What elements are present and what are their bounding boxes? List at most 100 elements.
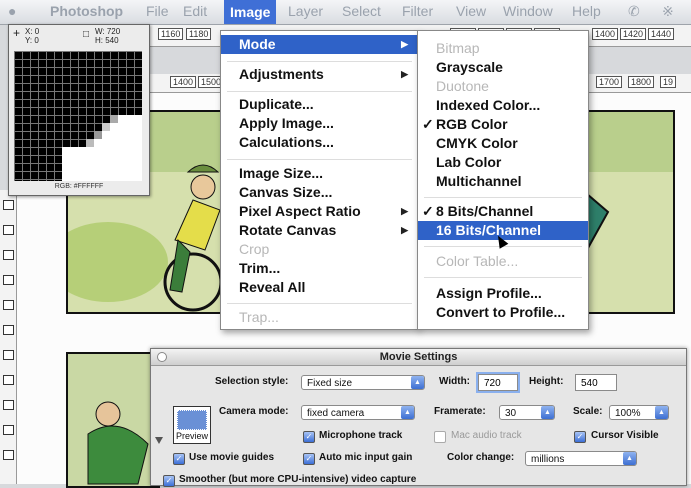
menu-item-label: RGB Color [436, 116, 508, 132]
menu-item-label: Mode [239, 36, 276, 52]
left-ruler[interactable] [0, 190, 17, 484]
menu-item-convert-to-profile[interactable]: Convert to Profile... [418, 303, 588, 322]
select-arrows-icon: ▲ [623, 452, 636, 465]
menu-item-assign-profile[interactable]: Assign Profile... [418, 284, 588, 303]
ruler-tick [3, 200, 14, 210]
menu-item-pixel-aspect-ratio[interactable]: Pixel Aspect Ratio ▶ [221, 202, 418, 221]
info-x-value: X: 0 [25, 27, 40, 36]
height-field[interactable]: 540 [575, 374, 617, 391]
info-rgb-readout: RGB: #FFFFFF [54, 183, 104, 190]
disclosure-triangle-icon[interactable] [155, 437, 163, 444]
microphone-track-checkbox[interactable]: ✓ [303, 431, 315, 443]
menu-help[interactable]: Help [572, 3, 601, 19]
scale-select[interactable]: 100% ▲ [609, 405, 669, 420]
select-arrows-icon: ▲ [401, 406, 414, 419]
menu-item-lab-color[interactable]: Lab Color [418, 153, 588, 172]
close-button[interactable] [157, 352, 167, 362]
menu-app-photoshop[interactable]: Photoshop [50, 3, 123, 19]
menu-item-rotate-canvas[interactable]: Rotate Canvas ▶ [221, 221, 418, 240]
menu-item-label: Pixel Aspect Ratio [239, 203, 361, 219]
menu-item-image-size[interactable]: Image Size... [221, 164, 418, 183]
ruler-tick [3, 400, 14, 410]
menu-item-indexed-color[interactable]: Indexed Color... [418, 96, 588, 115]
menu-item-canvas-size[interactable]: Canvas Size... [221, 183, 418, 202]
width-field[interactable]: 720 [478, 374, 518, 391]
menu-separator [424, 197, 582, 198]
menu-item-label: Adjustments [239, 66, 324, 82]
submenu-arrow-icon: ▶ [401, 206, 408, 216]
camera-mode-value: fixed camera [307, 408, 365, 419]
image-menu: Mode ▶ Adjustments ▶ Duplicate... Apply … [220, 30, 419, 330]
menu-view[interactable]: View [456, 3, 486, 19]
cursor-visible-checkbox[interactable]: ✓ [574, 431, 586, 443]
bluetooth-icon[interactable]: ※ [662, 3, 674, 20]
menu-item-cmyk-color[interactable]: CMYK Color [418, 134, 588, 153]
menu-item-calculations[interactable]: Calculations... [221, 133, 418, 152]
framerate-value: 30 [505, 408, 517, 419]
ruler-tick [3, 375, 14, 385]
mac-audio-track-checkbox[interactable] [434, 431, 446, 443]
ruler-tick [3, 450, 14, 460]
auto-mic-input-gain-checkbox[interactable]: ✓ [303, 453, 315, 465]
auto-mic-input-gain-label: Auto mic input gain [319, 452, 413, 463]
menu-item-8-bits-channel[interactable]: ✓ 8 Bits/Channel [418, 202, 588, 221]
framerate-label: Framerate: [434, 406, 486, 417]
select-arrows-icon: ▲ [411, 376, 424, 389]
menu-item-reveal-all[interactable]: Reveal All [221, 278, 418, 297]
preview-button[interactable]: Preview [173, 406, 211, 444]
menu-edit[interactable]: Edit [183, 3, 207, 19]
submenu-arrow-icon: ▶ [401, 69, 408, 79]
phone-icon[interactable]: ✆ [628, 3, 640, 20]
menu-item-adjustments[interactable]: Adjustments ▶ [221, 65, 418, 84]
submenu-arrow-icon: ▶ [401, 39, 408, 49]
width-label: Width: [439, 376, 471, 387]
ruler-tick-label: 19 [660, 76, 677, 88]
menu-item-trim[interactable]: Trim... [221, 259, 418, 278]
apple-icon[interactable]: ● [8, 3, 16, 19]
menu-separator [424, 277, 582, 278]
menu-file[interactable]: File [146, 3, 169, 19]
menu-item-mode[interactable]: Mode ▶ [221, 35, 418, 54]
color-change-select[interactable]: millions ▲ [525, 451, 637, 466]
ruler-tick-label: 1160 [158, 28, 184, 40]
smoother-capture-checkbox[interactable]: ✓ [163, 475, 175, 487]
menu-item-trap[interactable]: Trap... [221, 308, 418, 327]
smoother-capture-label: Smoother (but more CPU-intensive) video … [179, 474, 417, 485]
menu-item-grayscale[interactable]: Grayscale [418, 58, 588, 77]
menu-layer[interactable]: Layer [288, 3, 323, 19]
color-change-label: Color change: [447, 452, 515, 463]
menu-item-multichannel[interactable]: Multichannel [418, 172, 588, 191]
checkmark-icon: ✓ [422, 116, 434, 132]
selection-style-label: Selection style: [215, 376, 289, 387]
menu-item-apply-image[interactable]: Apply Image... [221, 114, 418, 133]
preview-thumbnail [177, 410, 207, 430]
cyclist-illustration-2 [68, 354, 158, 486]
menu-item-duplicate[interactable]: Duplicate... [221, 95, 418, 114]
ruler-tick-label: 1400 [592, 28, 619, 40]
menu-image[interactable]: Image [224, 0, 277, 24]
select-arrows-icon: ▲ [541, 406, 554, 419]
selection-style-select[interactable]: Fixed size ▲ [301, 375, 425, 390]
ruler-tick-label: 1180 [186, 28, 212, 40]
menu-filter[interactable]: Filter [402, 3, 433, 19]
info-palette[interactable]: + X: 0 Y: 0 □ W: 720 H: 540 RGB: #FFFFFF [8, 24, 150, 196]
ruler-tick-label: 1440 [648, 28, 675, 40]
menu-separator [227, 61, 412, 62]
menu-window[interactable]: Window [503, 3, 553, 19]
ruler-tick-label: 1700 [596, 76, 623, 88]
mac-audio-track-label: Mac audio track [451, 430, 522, 441]
menu-item-bitmap[interactable]: Bitmap [418, 39, 588, 58]
magnified-pixel-grid [14, 51, 142, 181]
menu-item-crop[interactable]: Crop [221, 240, 418, 259]
menu-item-color-table[interactable]: Color Table... [418, 252, 588, 271]
cursor-visible-label: Cursor Visible [591, 430, 659, 441]
mode-submenu: Bitmap Grayscale Duotone Indexed Color..… [417, 30, 589, 330]
menu-item-duotone[interactable]: Duotone [418, 77, 588, 96]
framerate-select[interactable]: 30 ▲ [499, 405, 555, 420]
menu-select[interactable]: Select [342, 3, 381, 19]
menu-item-rgb-color[interactable]: ✓ RGB Color [418, 115, 588, 134]
camera-mode-select[interactable]: fixed camera ▲ [301, 405, 415, 420]
use-movie-guides-label: Use movie guides [189, 452, 275, 463]
camera-mode-label: Camera mode: [219, 406, 289, 417]
use-movie-guides-checkbox[interactable]: ✓ [173, 453, 185, 465]
